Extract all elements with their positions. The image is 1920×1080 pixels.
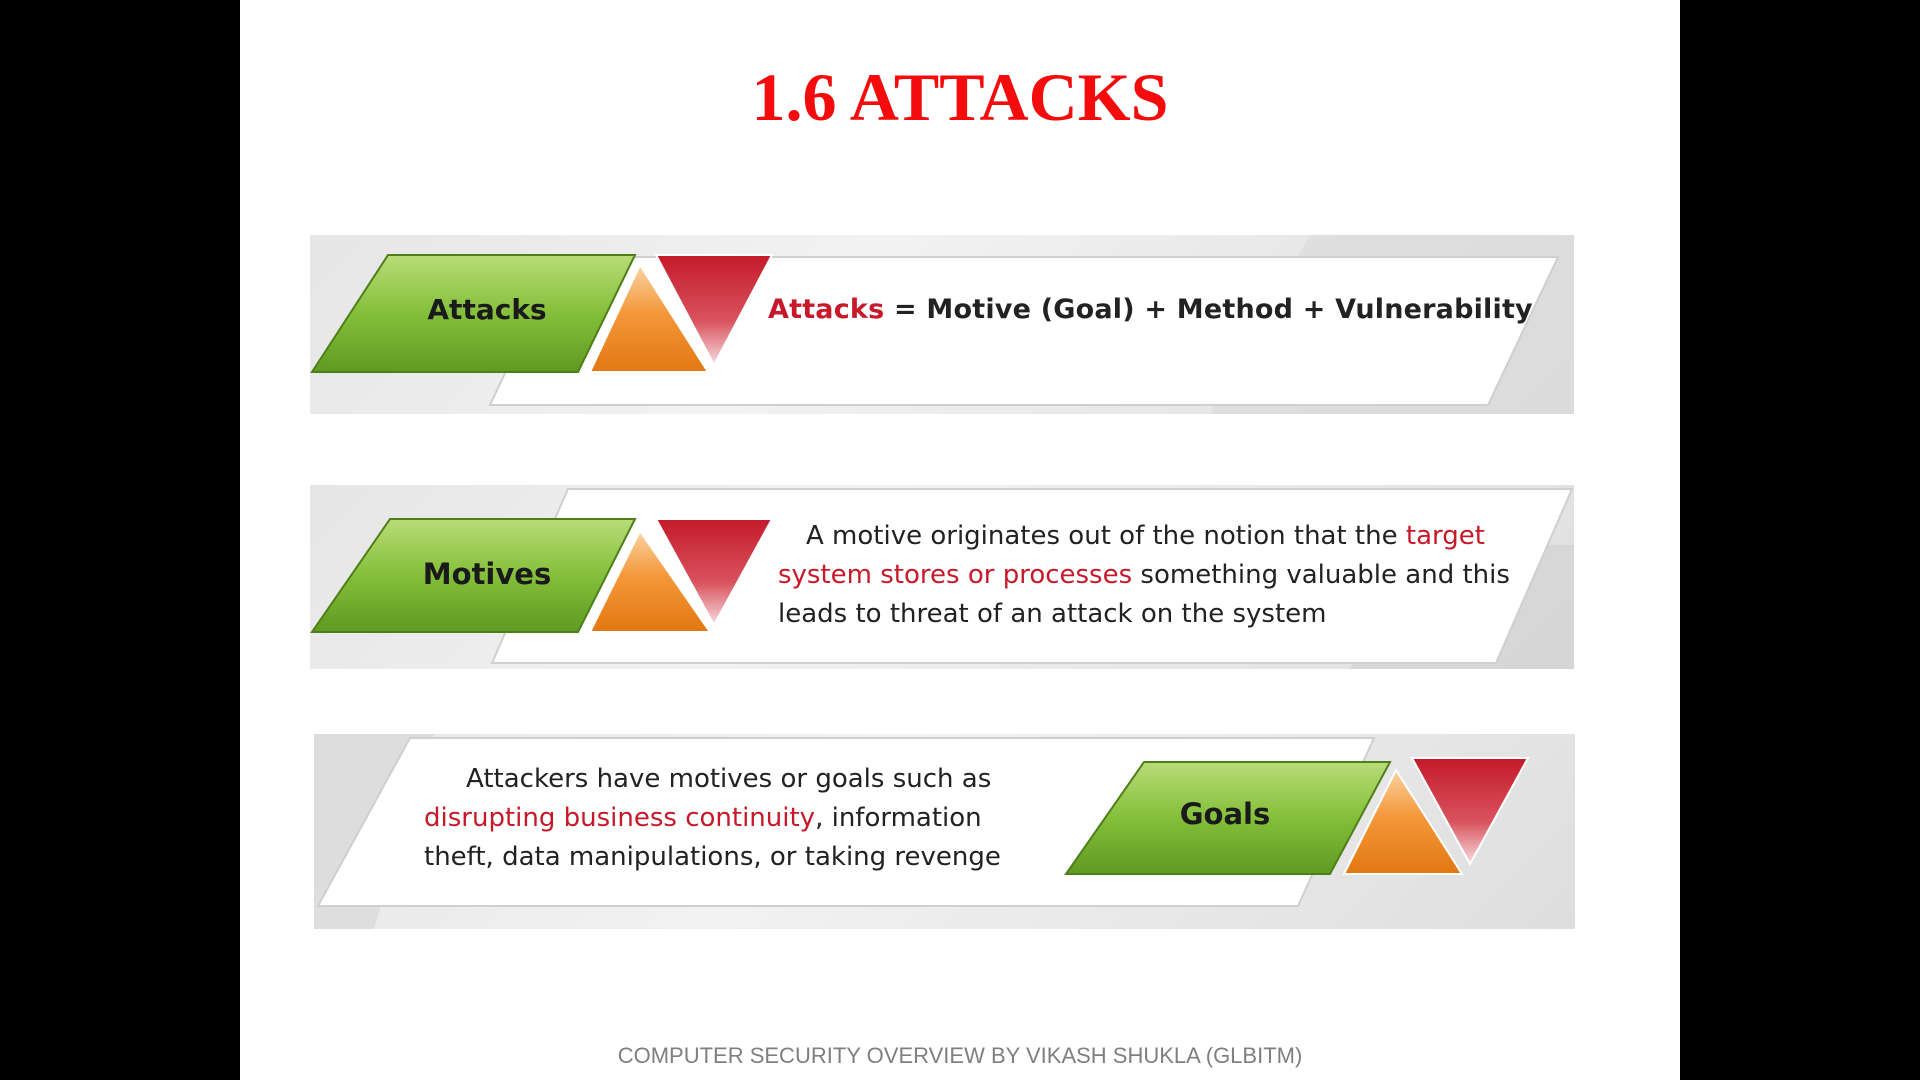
motives-label: Motives <box>422 557 552 591</box>
attacks-formula-rest: = Motive (Goal) + Method + Vulnerability <box>884 294 1533 325</box>
goals-text: Attackers have motives or goals such as … <box>424 760 1024 877</box>
goals-text-highlight: disrupting business continuity <box>424 803 816 833</box>
attacks-formula: Attacks = Motive (Goal) + Method + Vulne… <box>768 294 1533 325</box>
motives-text-part1: A motive originates out of the notion th… <box>806 521 1406 551</box>
attacks-banner: Attacks Attacks = Motive (Goal) + Method… <box>310 235 1574 414</box>
goals-text-part1: Attackers have motives or goals such as <box>466 764 992 794</box>
slide: 1.6 ATTACKS Attacks Attacks = Motive (Go… <box>240 0 1680 1080</box>
slide-title: 1.6 ATTACKS <box>751 59 1169 135</box>
attacks-label: Attacks <box>427 293 547 326</box>
slide-footer: COMPUTER SECURITY OVERVIEW BY VIKASH SHU… <box>617 1043 1303 1068</box>
motives-text: A motive originates out of the notion th… <box>778 517 1518 634</box>
goals-banner: Goals Attackers have motives or goals su… <box>314 734 1575 929</box>
attacks-formula-highlight: Attacks <box>768 294 885 325</box>
goals-label: Goals <box>1179 797 1271 831</box>
motives-banner: Motives A motive originates out of the n… <box>310 485 1574 669</box>
